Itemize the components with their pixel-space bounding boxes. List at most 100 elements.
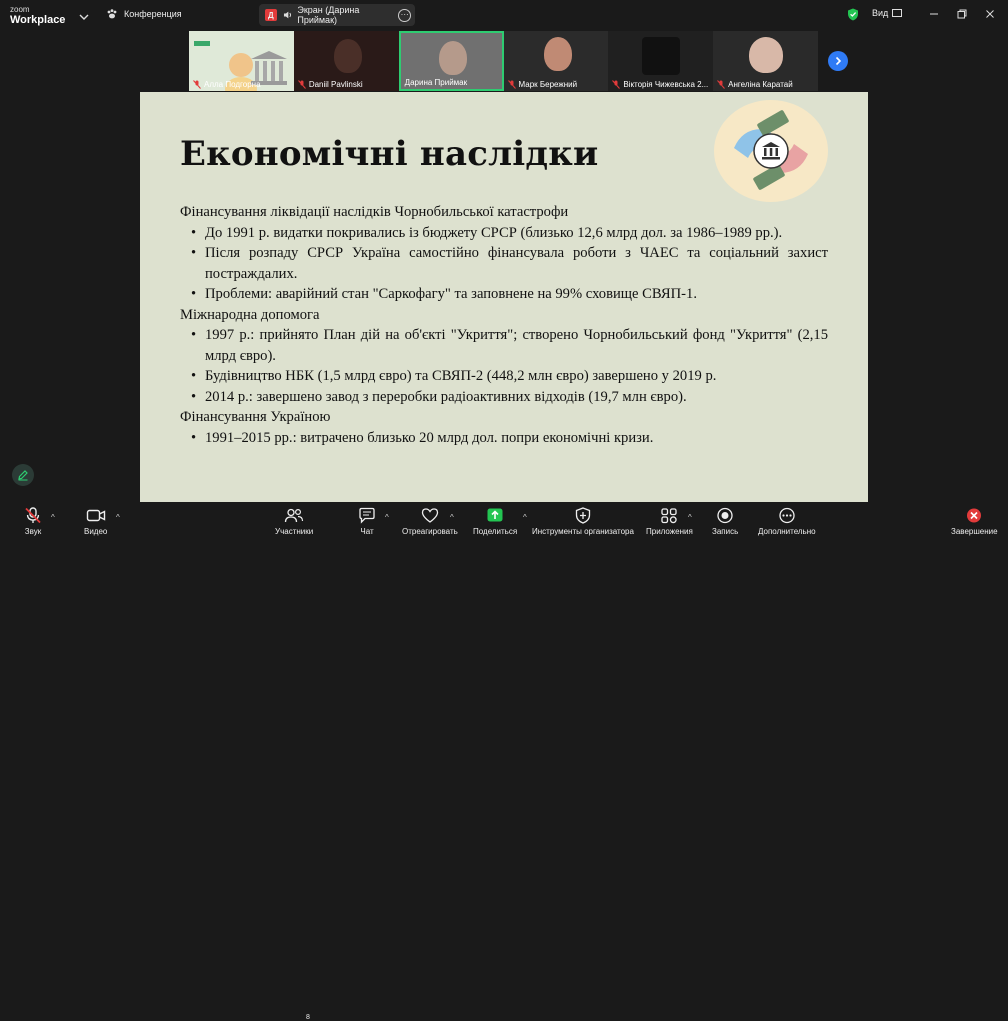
view-label: Вид xyxy=(872,8,889,18)
zoom-logo: zoom Workplace xyxy=(10,5,66,26)
apps-icon xyxy=(661,508,678,524)
meeting-label: Конференция xyxy=(124,9,182,19)
mic-muted-icon xyxy=(612,80,621,89)
next-page-button[interactable] xyxy=(828,51,848,71)
participant-tile[interactable]: Вікторія Чижевська 2... xyxy=(608,31,714,91)
record-button[interactable]: Запись xyxy=(712,507,738,536)
participant-tile[interactable]: Ангеліна Каратай xyxy=(713,31,818,91)
share-screen-button[interactable]: Поделиться xyxy=(473,507,517,536)
participants-icon xyxy=(284,508,304,523)
share-label: Экран (Дарина Приймак) xyxy=(297,5,360,25)
participant-video xyxy=(333,39,362,73)
host-tools-label: Инструменты организатора xyxy=(532,527,634,536)
section-heading: Фінансування ліквідації наслідків Чорноб… xyxy=(180,204,569,220)
end-label: Завершение xyxy=(951,527,998,536)
bullet-list: До 1991 р. видатки покривались із бюджет… xyxy=(180,223,828,305)
slide-title: Економічні наслідки xyxy=(180,134,599,174)
participants-count: 8 xyxy=(306,1014,310,1021)
restore-icon[interactable] xyxy=(954,6,970,22)
heart-icon xyxy=(421,508,439,523)
screen-share-indicator[interactable]: Д Экран (Дарина Приймак) ··· xyxy=(259,4,415,26)
apps-button[interactable]: Приложения xyxy=(646,507,693,536)
security-shield-icon[interactable] xyxy=(847,8,859,26)
apps-options-caret[interactable]: ^ xyxy=(688,513,692,522)
video-button[interactable]: Видео xyxy=(84,507,107,536)
shared-slide: Економічні наслідки Фінансування ліквіда… xyxy=(140,92,868,502)
participant-name: Алла Подгорна xyxy=(193,80,261,89)
chat-icon xyxy=(359,507,375,524)
participant-video xyxy=(438,41,467,75)
share-screen-icon xyxy=(487,508,503,522)
video-camera-icon xyxy=(86,509,105,522)
mic-muted-icon xyxy=(717,80,726,89)
participant-strip: Алла Подгорна Daniil Pavlinski Дарина Пр… xyxy=(189,31,818,91)
record-icon xyxy=(717,507,733,524)
mic-muted-icon xyxy=(297,80,306,89)
video-options-caret[interactable]: ^ xyxy=(116,513,120,522)
sharer-avatar: Д xyxy=(265,9,277,21)
bullet-item: Після розпаду СРСР Україна самостійно фі… xyxy=(180,243,828,284)
end-meeting-button[interactable]: Завершение xyxy=(951,507,998,536)
bullet-item: Будівництво НБК (1,5 млрд євро) та СВЯП-… xyxy=(180,366,828,387)
end-meeting-icon xyxy=(967,508,982,523)
view-button[interactable]: Вид xyxy=(872,8,903,18)
participant-tile-active-speaker[interactable]: Дарина Приймак xyxy=(398,31,504,91)
meeting-toolbar: Звук ^ Видео ^ Участники 8 Чат ^ Отреаги… xyxy=(0,503,1008,1021)
bullet-item: Проблеми: аварійний стан "Саркофагу" та … xyxy=(180,284,828,305)
bullet-item: 1991–2015 рр.: витрачено близько 20 млрд… xyxy=(180,428,828,449)
bullet-item: До 1991 р. видатки покривались із бюджет… xyxy=(180,223,828,244)
logo-bottom: Workplace xyxy=(10,14,66,26)
participant-video xyxy=(749,37,784,73)
bullet-item: 1997 р.: прийнято План дій на об'єкті "У… xyxy=(180,325,828,366)
share-options-caret[interactable]: ^ xyxy=(523,513,527,522)
mic-muted-icon xyxy=(193,80,201,89)
section-heading: Міжнародна допомога xyxy=(180,306,320,323)
react-label: Отреагировать xyxy=(402,527,458,536)
participants-button[interactable]: Участники xyxy=(275,507,313,536)
chat-options-caret[interactable]: ^ xyxy=(385,513,389,522)
audio-button[interactable]: Звук xyxy=(24,507,42,536)
participant-video xyxy=(543,37,572,71)
participant-tile[interactable]: Daniil Pavlinski xyxy=(293,31,399,91)
more-button[interactable]: Дополнительно xyxy=(758,507,816,536)
more-dots-icon xyxy=(779,507,795,524)
chat-label: Чат xyxy=(360,527,374,536)
participant-tile[interactable]: Марк Бережний xyxy=(503,31,609,91)
audio-label: Звук xyxy=(24,527,42,536)
paw-icon xyxy=(107,9,117,19)
slide-content: Фінансування ліквідації наслідків Чорноб… xyxy=(180,202,828,448)
react-options-caret[interactable]: ^ xyxy=(450,513,454,522)
section-heading: Фінансування Україною xyxy=(180,409,331,425)
participant-name: Дарина Приймак xyxy=(404,78,468,87)
participant-tile[interactable]: Алла Подгорна xyxy=(189,31,294,91)
shield-icon xyxy=(575,507,591,524)
pencil-icon xyxy=(18,470,28,481)
bullet-item: 2014 р.: завершено завод з переробки рад… xyxy=(180,387,828,408)
meeting-info-button[interactable]: Конференция xyxy=(106,8,182,20)
money-bank-illustration-icon xyxy=(714,100,828,202)
participant-video-off xyxy=(642,37,681,75)
more-options-icon[interactable]: ··· xyxy=(398,8,412,22)
more-label: Дополнительно xyxy=(758,527,816,536)
bullet-list: 1991–2015 рр.: витрачено близько 20 млрд… xyxy=(180,428,828,449)
audio-options-caret[interactable]: ^ xyxy=(51,513,55,522)
chevron-down-icon[interactable] xyxy=(79,9,89,20)
chat-button[interactable]: Чат xyxy=(358,507,376,536)
speaker-icon xyxy=(283,11,291,19)
mic-muted-icon xyxy=(507,80,516,89)
host-tools-button[interactable]: Инструменты организатора xyxy=(532,507,634,536)
participant-name: Daniil Pavlinski xyxy=(297,80,363,89)
grid-icon xyxy=(892,9,903,17)
participant-name: Марк Бережний xyxy=(507,80,577,89)
participant-name: Ангеліна Каратай xyxy=(717,80,793,89)
annotate-pencil-button[interactable] xyxy=(12,464,34,486)
chevron-right-icon xyxy=(835,56,842,66)
bullet-list: 1997 р.: прийнято План дій на об'єкті "У… xyxy=(180,325,828,407)
video-label: Видео xyxy=(84,527,108,536)
participants-label: Участники xyxy=(275,527,314,536)
minimize-icon[interactable] xyxy=(926,6,942,22)
close-icon[interactable] xyxy=(982,6,998,22)
mic-muted-icon xyxy=(25,507,41,524)
record-label: Запись xyxy=(712,527,739,536)
title-bar: zoom Workplace Конференция Д Экран (Дари… xyxy=(0,0,1008,30)
